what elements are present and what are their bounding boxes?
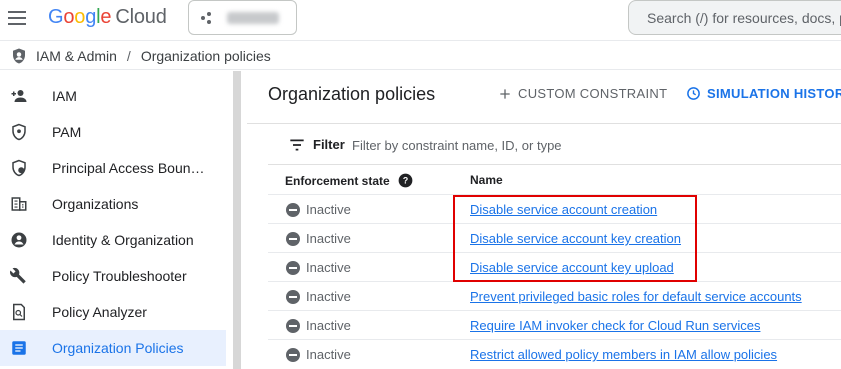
minus-circle-icon <box>286 202 300 217</box>
shield-key-icon <box>10 123 28 141</box>
policy-link[interactable]: Prevent privileged basic roles for defau… <box>470 289 802 304</box>
highlight-box <box>453 195 697 282</box>
svg-text:?: ? <box>403 176 408 186</box>
help-icon[interactable]: ? <box>398 173 413 188</box>
plus-icon <box>500 88 510 99</box>
table-row: Inactive Prevent privileged basic roles … <box>268 281 841 310</box>
simulation-history-button[interactable]: SIMULATION HISTORY <box>686 86 841 101</box>
column-header-label: Name <box>470 173 503 187</box>
sidebar-item-label: Policy Analyzer <box>52 304 147 320</box>
status-inactive: Inactive <box>286 260 351 275</box>
policy-link[interactable]: Restrict allowed policy members in IAM a… <box>470 347 777 362</box>
history-clock-icon <box>687 87 700 100</box>
filter-icon <box>290 138 304 151</box>
shield-icon <box>13 48 25 63</box>
custom-constraint-label: CUSTOM CONSTRAINT <box>518 86 668 101</box>
person-add-icon <box>10 87 28 105</box>
sidebar-item-label: Organizations <box>52 196 139 212</box>
logo-cloud-text: Cloud <box>115 6 167 28</box>
status-text: Inactive <box>306 289 351 304</box>
sidebar-item-organization-policies[interactable]: Organization Policies <box>0 330 226 366</box>
sidebar-item-label: PAM <box>52 124 82 140</box>
menu-icon[interactable] <box>8 8 32 28</box>
column-header-label: Enforcement state <box>285 173 390 188</box>
divider <box>268 164 841 165</box>
breadcrumb-page: Organization policies <box>140 47 271 64</box>
breadcrumb-section[interactable]: IAM & Admin <box>36 48 117 64</box>
status-inactive: Inactive <box>286 202 351 217</box>
minus-circle-icon <box>286 347 300 362</box>
sidebar-item-label: Principal Access Boun… <box>52 160 205 176</box>
sidebar-item-identity-organization[interactable]: Identity & Organization <box>0 222 226 258</box>
column-header-enforcement-state[interactable]: Enforcement state ? <box>285 173 413 188</box>
status-inactive: Inactive <box>286 231 351 246</box>
table-row: Inactive Require IAM invoker check for C… <box>268 310 841 339</box>
status-inactive: Inactive <box>286 347 351 362</box>
sidebar-item-label: IAM <box>52 88 77 104</box>
top-bar: Google Cloud Search (/) for resources, do… <box>0 0 841 41</box>
sidebar-scrollbar[interactable] <box>233 71 241 369</box>
breadcrumb-separator: / <box>126 47 131 64</box>
status-text: Inactive <box>306 318 351 333</box>
sidebar-item-organizations[interactable]: Organizations <box>0 186 226 222</box>
account-circle-icon <box>10 231 28 249</box>
filter-input[interactable]: Filter by constraint name, ID, or type <box>352 138 562 153</box>
sidebar-item-label: Policy Troubleshooter <box>52 268 187 284</box>
page-title: Organization policies <box>268 84 436 104</box>
building-icon <box>10 195 28 213</box>
search-input[interactable]: Search (/) for resources, docs, products… <box>628 0 841 35</box>
status-text: Inactive <box>306 347 351 362</box>
simulation-history-label: SIMULATION HISTORY <box>707 86 841 101</box>
divider <box>247 123 841 124</box>
minus-circle-icon <box>286 289 300 304</box>
minus-circle-icon <box>286 318 300 333</box>
policy-link[interactable]: Require IAM invoker check for Cloud Run … <box>470 318 760 333</box>
status-inactive: Inactive <box>286 289 351 304</box>
wrench-icon <box>10 267 28 285</box>
status-text: Inactive <box>306 260 351 275</box>
shield-globe-icon <box>10 159 28 177</box>
custom-constraint-button[interactable]: CUSTOM CONSTRAINT <box>498 86 667 101</box>
google-cloud-logo[interactable]: Google Cloud <box>48 6 167 29</box>
filter-button[interactable]: Filter <box>289 137 345 152</box>
status-text: Inactive <box>306 202 351 217</box>
sidebar-item-iam[interactable]: IAM <box>0 78 226 114</box>
status-text: Inactive <box>306 231 351 246</box>
status-inactive: Inactive <box>286 318 351 333</box>
document-search-icon <box>10 303 28 321</box>
list-doc-icon <box>10 339 28 357</box>
table-row: Inactive Restrict allowed policy members… <box>268 339 841 368</box>
sidebar-item-principal-access-boundary[interactable]: Principal Access Boun… <box>0 150 226 186</box>
minus-circle-icon <box>286 260 300 275</box>
project-dots-icon <box>201 11 215 25</box>
sidebar-item-policy-analyzer[interactable]: Policy Analyzer <box>0 294 226 330</box>
project-name-redacted <box>227 11 279 24</box>
breadcrumb: IAM & Admin / Organization policies <box>0 42 841 70</box>
sidebar-item-pam[interactable]: PAM <box>0 114 226 150</box>
project-picker[interactable] <box>188 0 297 35</box>
sidebar-item-policy-troubleshooter[interactable]: Policy Troubleshooter <box>0 258 226 294</box>
minus-circle-icon <box>286 231 300 246</box>
sidebar-item-label: Identity & Organization <box>52 232 194 248</box>
filter-label: Filter <box>313 137 345 152</box>
column-header-name[interactable]: Name <box>470 173 503 187</box>
sidebar-item-label: Organization Policies <box>52 340 184 356</box>
logo-google-text: Google <box>48 6 112 28</box>
